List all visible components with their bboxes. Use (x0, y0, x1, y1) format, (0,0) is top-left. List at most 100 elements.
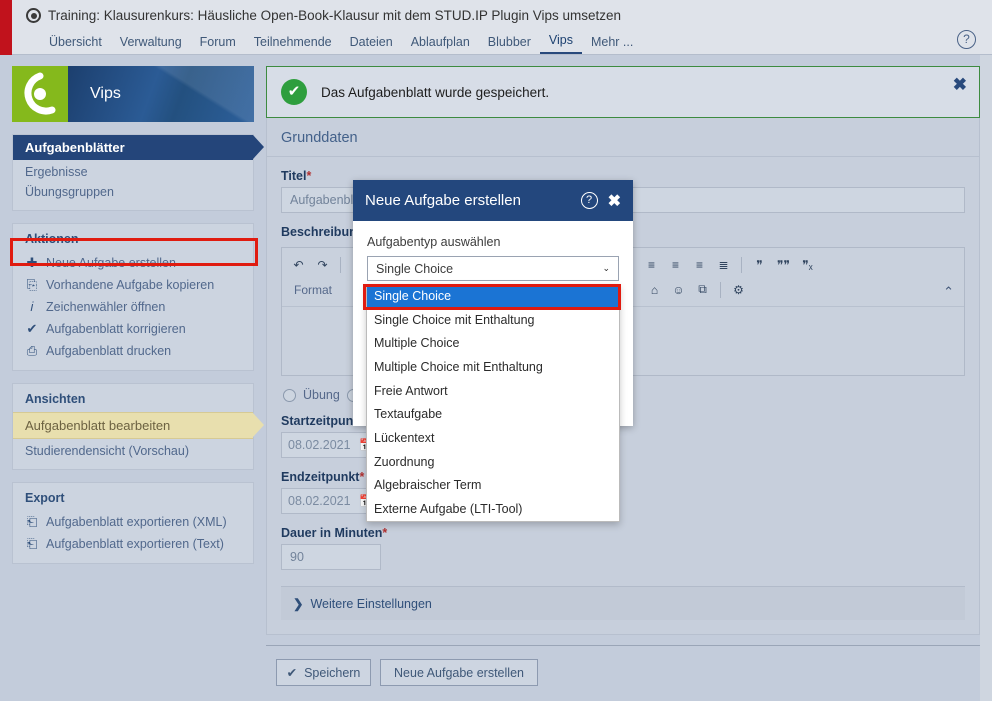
sidebar-item-zeichenwaehler-oeffnen[interactable]: 𝑖 Zeichenwähler öffnen (13, 296, 253, 318)
dropdown-option-freie-antwort[interactable]: Freie Antwort (367, 379, 619, 403)
sidebar-nav-box: Aufgabenblätter Ergebnisse Übungsgruppen (12, 134, 264, 211)
vips-logo-icon (12, 66, 68, 122)
required-marker: * (306, 169, 312, 183)
quote-double-icon[interactable]: ❞❞ (773, 254, 794, 275)
dropdown-option-single-choice[interactable]: Single Choice (367, 284, 619, 308)
emoji-icon[interactable]: ☺ (668, 279, 689, 300)
printer-icon: ⎙ (26, 343, 38, 358)
section-title-grunddaten: Grunddaten (267, 118, 979, 157)
tab-uebersicht[interactable]: Übersicht (40, 33, 111, 54)
tab-vips[interactable]: Vips (539, 31, 582, 54)
dropdown-option-externe-aufgabe[interactable]: Externe Aufgabe (LTI-Tool) (367, 497, 619, 521)
course-circle-icon (26, 8, 41, 23)
course-title-row: Training: Klausurenkurs: Häusliche Open-… (26, 8, 621, 23)
align-left-icon[interactable]: ≡ (641, 254, 662, 275)
tab-mehr[interactable]: Mehr ... (582, 33, 642, 54)
checkmark-icon: ✔ (286, 666, 298, 680)
aufgabentyp-dropdown-list[interactable]: Single Choice Single Choice mit Enthaltu… (366, 284, 620, 522)
main-navigation-tabs[interactable]: Übersicht Verwaltung Forum Teilnehmende … (40, 31, 642, 54)
required-marker: * (382, 526, 388, 540)
align-center-icon[interactable]: ≡ (665, 254, 686, 275)
sidebar-export-box: Export ⎗ Aufgabenblatt exportieren (XML)… (12, 482, 254, 564)
align-right-icon[interactable]: ≡ (689, 254, 710, 275)
footer-action-bar: ✔ Speichern Neue Aufgabe erstellen (266, 645, 980, 701)
sidebar-item-studierendensicht[interactable]: Studierendensicht (Vorschau) (13, 441, 253, 461)
align-justify-icon[interactable]: ≣ (713, 254, 734, 275)
sidebar-item-export-text[interactable]: ⎗ Aufgabenblatt exportieren (Text) (13, 533, 253, 555)
endzeitpunkt-date-value: 08.02.2021 (288, 494, 351, 508)
export-icon: ⎗ (26, 514, 38, 529)
plugin-icon[interactable]: ⚙ (728, 279, 749, 300)
sidebar-item-label: Aufgabenblatt exportieren (Text) (46, 537, 224, 551)
sidebar-item-label: Neue Aufgabe erstellen (46, 256, 176, 270)
dropdown-option-single-choice-enthaltung[interactable]: Single Choice mit Enthaltung (367, 308, 619, 332)
blockquote-icon[interactable]: ❞ (749, 254, 770, 275)
chevron-down-icon: ⌄ (602, 263, 610, 273)
vips-logo-label: Vips (90, 85, 121, 102)
export-icon: ⎗ (26, 536, 38, 551)
modal-title: Neue Aufgabe erstellen (365, 192, 521, 209)
dropdown-option-algebraischer-term[interactable]: Algebraischer Term (367, 474, 619, 498)
sidebar-item-label: Aufgabenblatt drucken (46, 344, 172, 358)
toolbar-separator (340, 256, 341, 273)
label-endzeitpunkt-text: Endzeitpunkt (281, 470, 360, 484)
label-beschreibung-text: Beschreibung (281, 225, 365, 239)
dropdown-option-lueckentext[interactable]: Lückentext (367, 426, 619, 450)
redo-icon[interactable]: ↷ (312, 254, 333, 275)
dropdown-option-zuordnung[interactable]: Zuordnung (367, 450, 619, 474)
label-startzeitpunkt-text: Startzeitpunkt (281, 414, 365, 428)
source-code-icon[interactable]: ⧉ (692, 279, 713, 300)
help-icon[interactable]: ? (957, 30, 976, 49)
dropdown-option-textaufgabe[interactable]: Textaufgabe (367, 402, 619, 426)
insert-table-icon[interactable]: ⌂ (644, 279, 665, 300)
new-task-button[interactable]: Neue Aufgabe erstellen (380, 659, 538, 686)
sidebar-section-title-export: Export (25, 491, 65, 505)
undo-icon[interactable]: ↶ (288, 254, 309, 275)
app-header: Training: Klausurenkurs: Häusliche Open-… (0, 0, 992, 55)
header-red-accent-bar (0, 0, 12, 55)
weitere-einstellungen-label: Weitere Einstellungen (310, 597, 432, 611)
toolbar-separator (741, 256, 742, 273)
dropdown-option-multiple-choice-enthaltung[interactable]: Multiple Choice mit Enthaltung (367, 355, 619, 379)
page-scrollbar[interactable] (980, 55, 992, 701)
dauer-input[interactable]: 90 (281, 544, 381, 570)
close-icon[interactable]: ✖ (953, 75, 967, 95)
vips-logo-banner: Vips (68, 66, 254, 122)
sidebar-item-label: Übungsgruppen (25, 185, 114, 199)
close-icon[interactable]: ✖ (608, 191, 621, 211)
tab-ablaufplan[interactable]: Ablaufplan (402, 33, 479, 54)
save-button[interactable]: ✔ Speichern (276, 659, 371, 686)
success-message: ✔ Das Aufgabenblatt wurde gespeichert. ✖ (266, 66, 980, 118)
sidebar-item-label: Vorhandene Aufgabe kopieren (46, 278, 215, 292)
aufgabentyp-select[interactable]: Single Choice ⌄ (367, 256, 619, 281)
help-icon[interactable]: ? (580, 192, 598, 209)
sidebar-item-vorhandene-aufgabe-kopieren[interactable]: ⎘ Vorhandene Aufgabe kopieren (13, 274, 253, 296)
dauer-input-value: 90 (290, 550, 304, 564)
sidebar-item-aufgabenblatt-bearbeiten[interactable]: Aufgabenblatt bearbeiten (13, 412, 264, 439)
radio-uebung[interactable] (283, 388, 296, 402)
sidebar-item-aufgabenblaetter[interactable]: Aufgabenblätter (13, 135, 264, 160)
sidebar-item-ergebnisse[interactable]: Ergebnisse (13, 162, 253, 182)
sidebar-item-neue-aufgabe-erstellen[interactable]: ✚ Neue Aufgabe erstellen (13, 252, 253, 274)
tab-dateien[interactable]: Dateien (341, 33, 402, 54)
sidebar-item-label: Studierendensicht (Vorschau) (25, 444, 189, 458)
remove-quote-icon[interactable]: ❞ₓ (797, 254, 818, 275)
tab-verwaltung[interactable]: Verwaltung (111, 33, 191, 54)
weitere-einstellungen-toggle[interactable]: ❯ Weitere Einstellungen (281, 586, 965, 620)
info-italic-icon: 𝑖 (30, 299, 34, 314)
sidebar-section-title-ansichten: Ansichten (25, 392, 86, 406)
format-dropdown-label[interactable]: Format (288, 283, 338, 297)
tab-forum[interactable]: Forum (191, 33, 245, 54)
tab-teilnehmende[interactable]: Teilnehmende (245, 33, 341, 54)
sidebar-item-uebungsgruppen[interactable]: Übungsgruppen (13, 182, 253, 202)
chevron-up-icon[interactable]: ⌃ (943, 284, 954, 300)
sidebar-item-export-xml[interactable]: ⎗ Aufgabenblatt exportieren (XML) (13, 511, 253, 533)
dropdown-option-multiple-choice[interactable]: Multiple Choice (367, 331, 619, 355)
sidebar-item-aufgabenblatt-drucken[interactable]: ⎙ Aufgabenblatt drucken (13, 340, 253, 362)
aufgabentyp-select-value: Single Choice (376, 261, 454, 276)
required-marker: * (359, 470, 365, 484)
sidebar-item-aufgabenblatt-korrigieren[interactable]: ✔ Aufgabenblatt korrigieren (13, 318, 253, 340)
sidebar-item-label: Ergebnisse (25, 165, 88, 179)
tab-blubber[interactable]: Blubber (479, 33, 540, 54)
sidebar-section-title-aktionen: Aktionen (25, 232, 79, 246)
